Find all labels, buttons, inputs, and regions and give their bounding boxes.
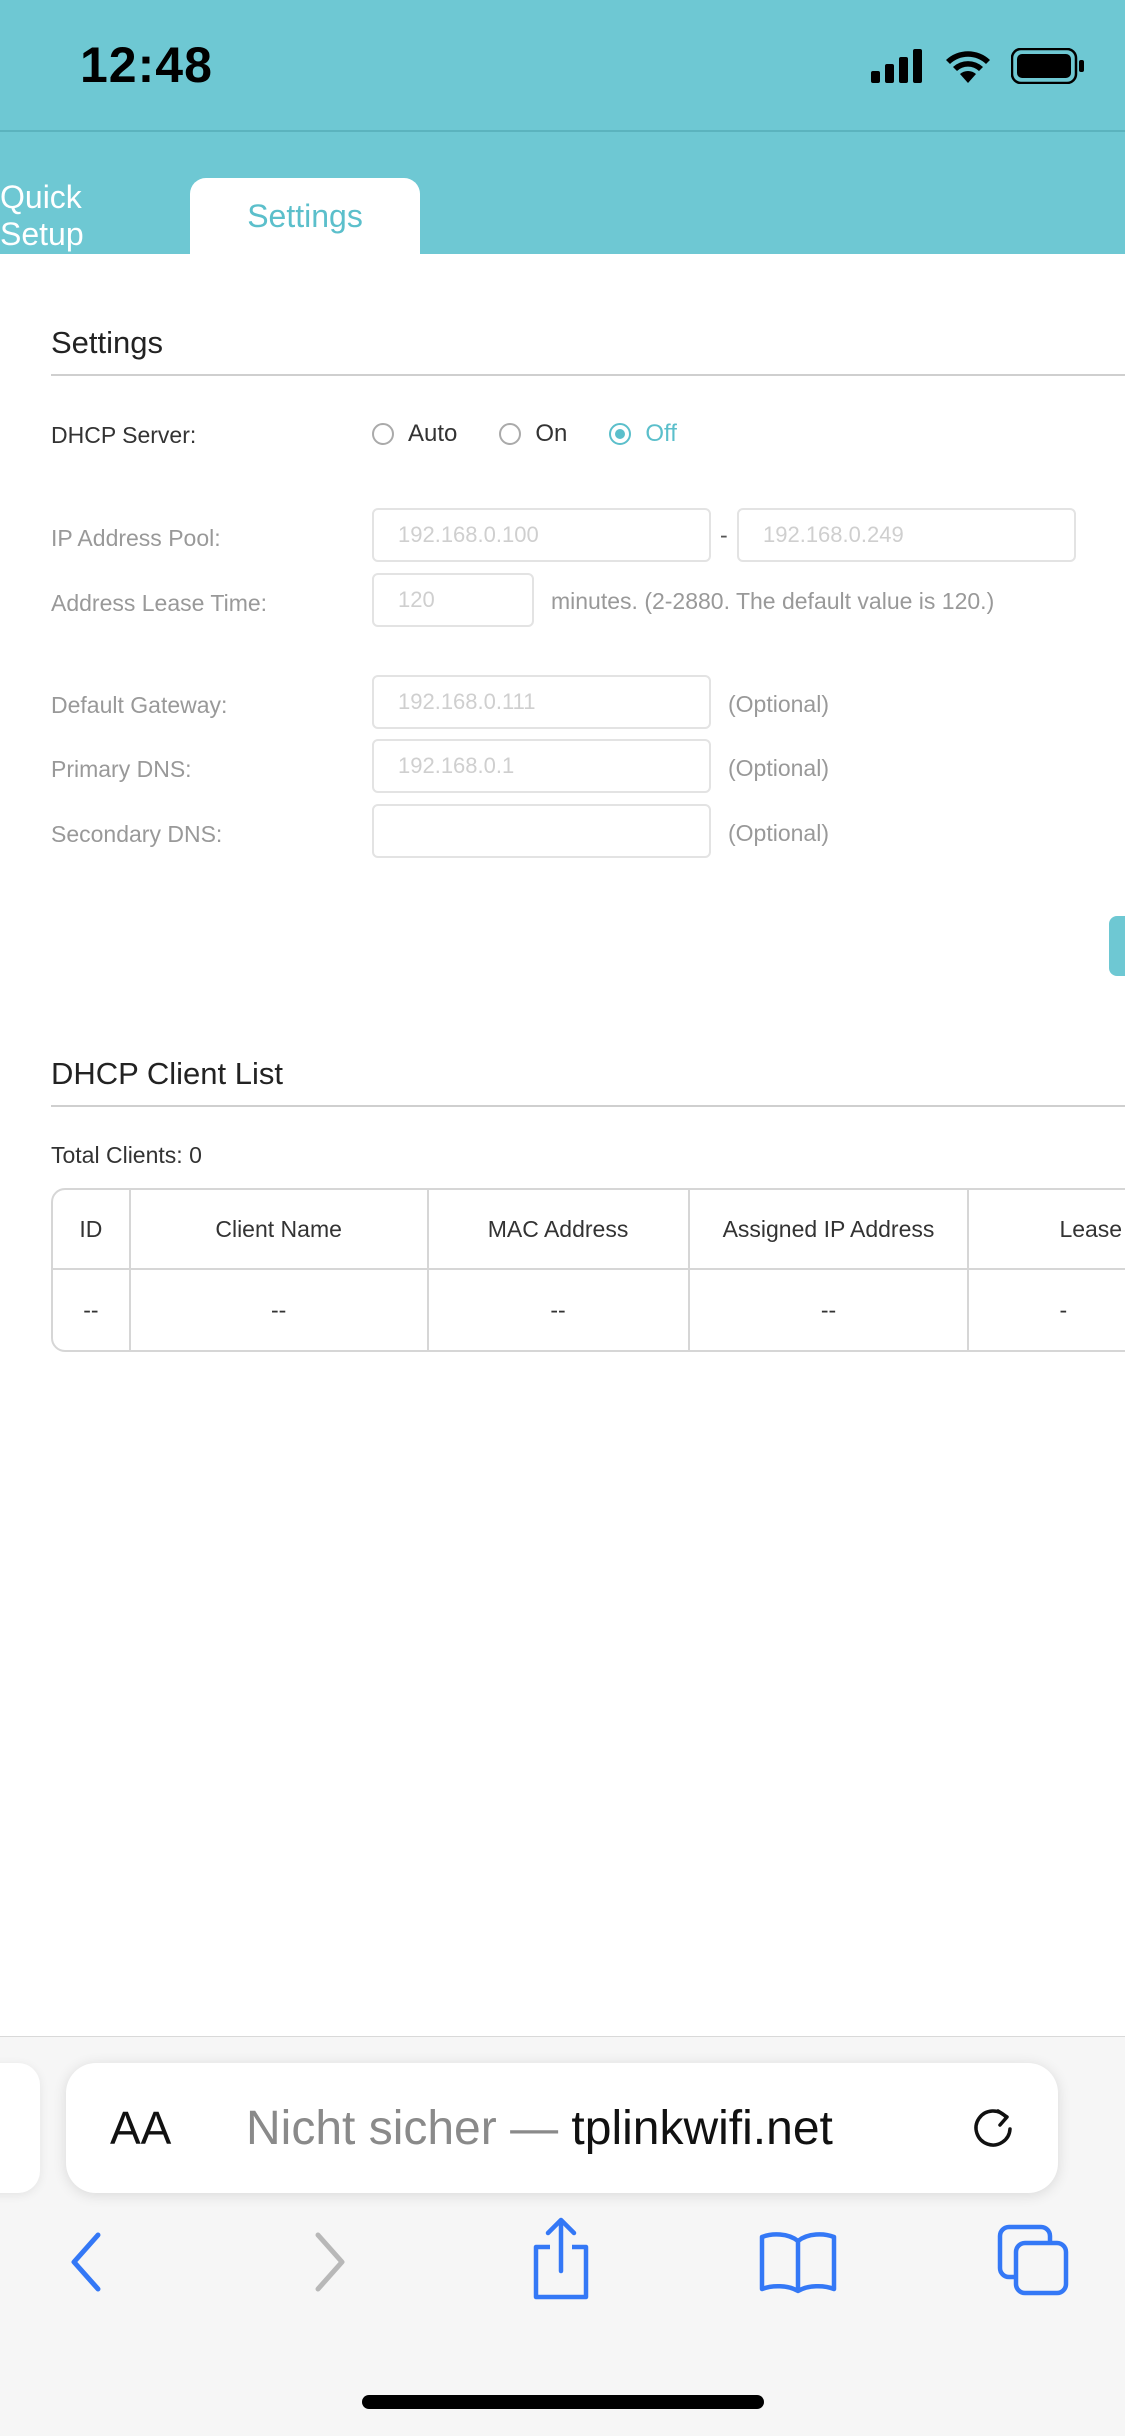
radio-on-label: On	[535, 420, 568, 447]
status-icons	[871, 46, 1085, 90]
lease-time-field[interactable]: 120	[372, 573, 534, 627]
radio-off[interactable]: Off	[609, 420, 677, 448]
default-gateway-optional: (Optional)	[728, 691, 829, 717]
tab-settings[interactable]: Settings	[190, 178, 420, 254]
primary-dns-field[interactable]: 192.168.0.1	[372, 739, 711, 793]
default-gateway-label: Default Gateway:	[51, 692, 228, 718]
secondary-dns-optional: (Optional)	[728, 820, 829, 846]
table-row: -- -- -- -- -	[53, 1270, 1125, 1350]
radio-auto[interactable]: Auto	[372, 420, 457, 448]
lease-time-label: Address Lease Time:	[51, 590, 268, 616]
table-cell: --	[53, 1270, 131, 1350]
column-header-lease: Lease	[1059, 1215, 1123, 1242]
dhcp-server-radio-group: Auto On Off	[372, 420, 677, 448]
browser-toolbar	[0, 2217, 1125, 2327]
secondary-dns-label: Secondary DNS:	[51, 821, 223, 847]
primary-dns-optional: (Optional)	[728, 755, 829, 781]
radio-off-label: Off	[645, 420, 677, 447]
settings-title: Settings	[51, 325, 164, 360]
back-arrow-icon[interactable]	[64, 2227, 108, 2302]
column-header-id: ID	[53, 1190, 131, 1268]
total-clients: Total Clients: 0	[51, 1142, 202, 1169]
top-header: 12:48 Quick Setup Settings	[0, 0, 1125, 254]
secondary-dns-field[interactable]	[372, 804, 711, 858]
save-button-edge[interactable]	[1109, 916, 1125, 976]
reader-settings-button[interactable]: AA	[110, 2101, 171, 2155]
total-clients-label: Total Clients:	[51, 1142, 183, 1168]
bookmarks-icon[interactable]	[758, 2227, 838, 2302]
client-list-title: DHCP Client List	[51, 1056, 284, 1091]
address-bar[interactable]: AA Nicht sicher — tplinkwifi.net	[66, 2063, 1058, 2193]
share-icon[interactable]	[528, 2215, 594, 2306]
total-clients-value: 0	[189, 1142, 202, 1168]
browser-bottom-bar: AA Nicht sicher — tplinkwifi.net	[0, 2036, 1125, 2436]
lease-time-hint: minutes. (2-2880. The default value is 1…	[551, 588, 995, 614]
url-text[interactable]: Nicht sicher — tplinkwifi.net	[246, 2101, 833, 2156]
radio-off-circle[interactable]	[609, 423, 632, 445]
reload-icon[interactable]	[968, 2103, 1018, 2158]
table-cell: -	[1059, 1296, 1068, 1323]
cellular-signal-icon	[871, 48, 925, 88]
radio-on-circle[interactable]	[499, 423, 522, 445]
table-cell: --	[690, 1270, 970, 1350]
table-cell: --	[429, 1270, 690, 1350]
wifi-icon	[945, 49, 991, 88]
client-table: ID Client Name MAC Address Assigned IP A…	[51, 1188, 1125, 1352]
table-header-row: ID Client Name MAC Address Assigned IP A…	[53, 1190, 1125, 1270]
column-header-client-name: Client Name	[131, 1190, 429, 1268]
reader-settings-label: AA	[110, 2102, 172, 2154]
ip-pool-label: IP Address Pool:	[51, 525, 221, 551]
tab-quick-setup[interactable]: Quick Setup	[0, 178, 190, 254]
column-header-mac-address: MAC Address	[429, 1190, 690, 1268]
radio-auto-circle[interactable]	[372, 423, 394, 445]
url-prefix: Nicht sicher —	[246, 2101, 572, 2155]
settings-divider	[51, 374, 1125, 376]
radio-auto-label: Auto	[408, 420, 458, 447]
battery-icon	[1010, 47, 1085, 89]
dhcp-server-label: DHCP Server:	[51, 422, 197, 448]
radio-on[interactable]: On	[499, 420, 567, 448]
primary-dns-label: Primary DNS:	[51, 756, 192, 782]
forward-arrow-icon[interactable]	[308, 2227, 352, 2302]
home-indicator	[362, 2395, 764, 2409]
tabs-icon[interactable]	[996, 2223, 1072, 2304]
header-divider	[0, 130, 1125, 132]
ip-pool-end-field[interactable]: 192.168.0.249	[737, 508, 1076, 562]
status-time: 12:48	[80, 37, 213, 93]
column-header-assigned-ip: Assigned IP Address	[690, 1190, 970, 1268]
table-cell: --	[131, 1270, 429, 1350]
ip-pool-start-field[interactable]: 192.168.0.100	[372, 508, 711, 562]
url-host: tplinkwifi.net	[571, 2101, 833, 2155]
default-gateway-field[interactable]: 192.168.0.111	[372, 675, 711, 729]
client-list-divider	[51, 1105, 1125, 1107]
previous-tab-peek[interactable]	[0, 2063, 40, 2193]
ip-pool-separator: -	[720, 522, 728, 548]
